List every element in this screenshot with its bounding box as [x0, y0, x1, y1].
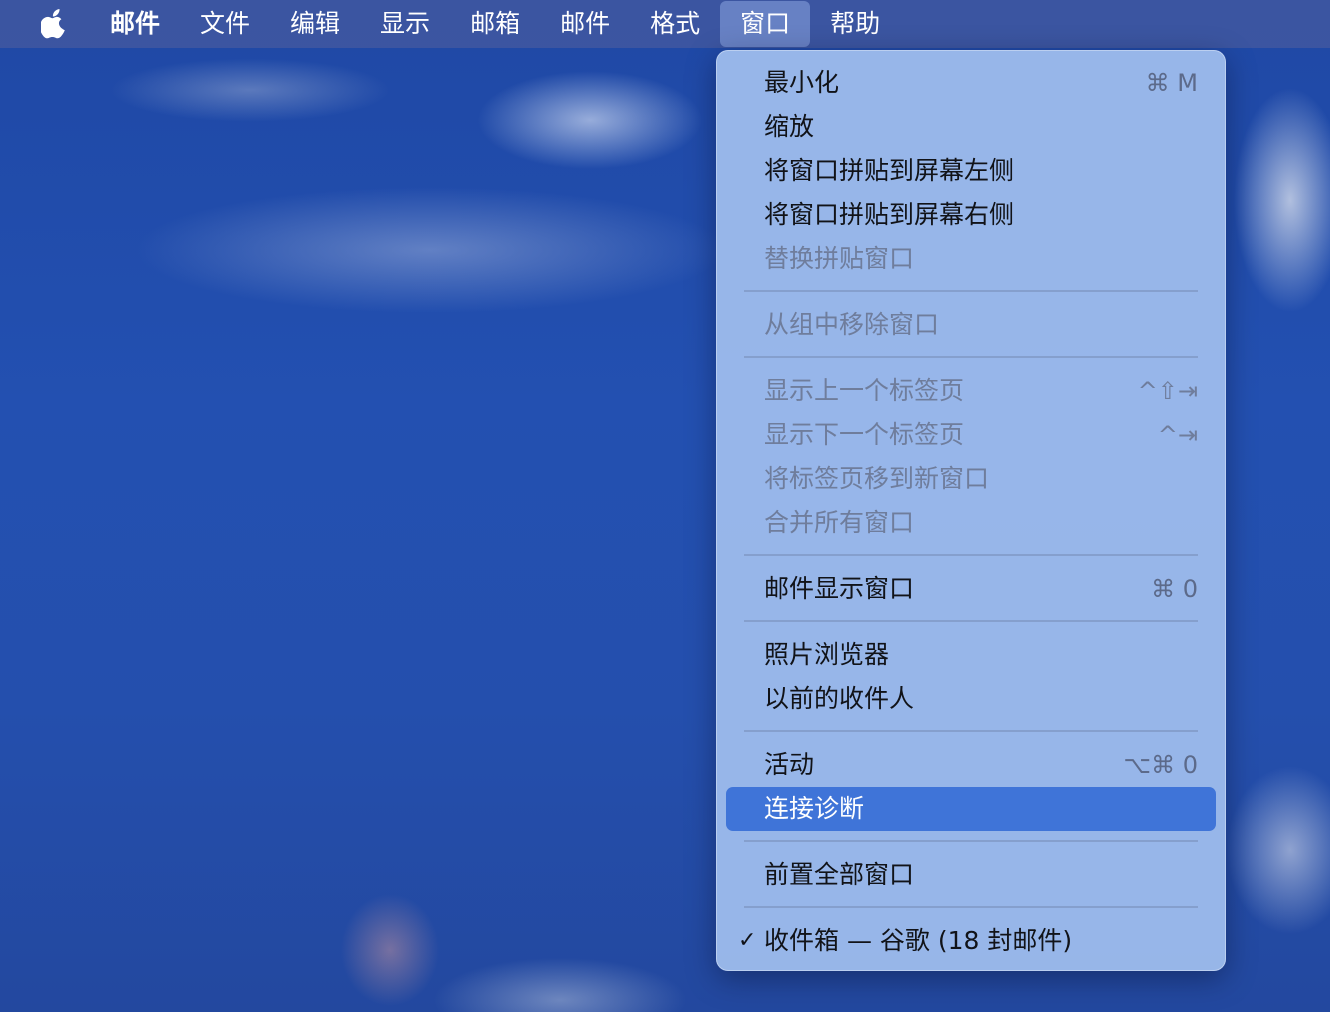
menubar-window[interactable]: 窗口	[720, 1, 811, 47]
menu-separator	[744, 730, 1198, 732]
menu-item-minimize[interactable]: 最小化 ⌘ M	[726, 61, 1216, 105]
menu-item-label: 显示上一个标签页	[764, 376, 965, 405]
menu-item-label: 以前的收件人	[764, 684, 915, 713]
apple-logo-icon[interactable]	[40, 8, 68, 40]
menu-item-previous-recipients[interactable]: 以前的收件人	[726, 677, 1216, 721]
menu-bar: 邮件 文件 编辑 显示 邮箱 邮件 格式 窗口 帮助	[0, 0, 1330, 48]
menu-separator	[744, 356, 1198, 358]
menu-item-zoom[interactable]: 缩放	[726, 105, 1216, 149]
menu-item-label: 收件箱 — 谷歌 (18 封邮件)	[764, 926, 1073, 955]
menu-item-label: 替换拼贴窗口	[764, 244, 915, 273]
shortcut-label: ⌥⌘ 0	[1123, 751, 1198, 779]
menubar-view[interactable]: 显示	[360, 0, 450, 48]
menu-item-remove-from-group: 从组中移除窗口	[726, 303, 1216, 347]
menu-separator	[744, 290, 1198, 292]
shortcut-label: ^⇧⇥	[1137, 377, 1198, 405]
menu-separator	[744, 840, 1198, 842]
menubar-mailbox[interactable]: 邮箱	[450, 0, 540, 48]
menu-item-label: 合并所有窗口	[764, 508, 915, 537]
menu-item-bring-all-to-front[interactable]: 前置全部窗口	[726, 853, 1216, 897]
menu-item-label: 连接诊断	[764, 794, 865, 823]
menubar-message[interactable]: 邮件	[540, 0, 630, 48]
menubar-edit[interactable]: 编辑	[270, 0, 360, 48]
checkmark-icon: ✓	[738, 928, 757, 953]
menu-item-inbox-google[interactable]: ✓ 收件箱 — 谷歌 (18 封邮件)	[726, 919, 1216, 963]
menu-item-label: 从组中移除窗口	[764, 310, 940, 339]
menu-item-label: 将窗口拼贴到屏幕左侧	[764, 156, 1015, 185]
menu-item-replace-tiled: 替换拼贴窗口	[726, 237, 1216, 281]
shortcut-label: ⌘ 0	[1151, 575, 1198, 603]
menu-separator	[744, 620, 1198, 622]
menubar-help[interactable]: 帮助	[810, 0, 900, 48]
menu-item-label: 显示下一个标签页	[764, 420, 965, 449]
menu-item-tile-right[interactable]: 将窗口拼贴到屏幕右侧	[726, 193, 1216, 237]
menu-item-label: 将窗口拼贴到屏幕右侧	[764, 200, 1015, 229]
menu-item-label: 最小化	[764, 68, 840, 97]
menu-item-tile-left[interactable]: 将窗口拼贴到屏幕左侧	[726, 149, 1216, 193]
menu-item-activity[interactable]: 活动 ⌥⌘ 0	[726, 743, 1216, 787]
menu-item-merge-all-windows: 合并所有窗口	[726, 501, 1216, 545]
menu-separator	[744, 554, 1198, 556]
shortcut-label: ^⇥	[1157, 421, 1198, 449]
menu-item-label: 照片浏览器	[764, 640, 890, 669]
menu-item-label: 缩放	[764, 112, 815, 141]
menu-item-label: 将标签页移到新窗口	[764, 464, 990, 493]
menubar-format[interactable]: 格式	[630, 0, 720, 48]
menubar-file[interactable]: 文件	[180, 0, 270, 48]
menu-separator	[744, 906, 1198, 908]
menu-item-label: 活动	[764, 750, 815, 779]
menu-item-next-tab: 显示下一个标签页 ^⇥	[726, 413, 1216, 457]
menu-item-previous-tab: 显示上一个标签页 ^⇧⇥	[726, 369, 1216, 413]
window-menu-dropdown: 最小化 ⌘ M 缩放 将窗口拼贴到屏幕左侧 将窗口拼贴到屏幕右侧 替换拼贴窗口 …	[716, 50, 1226, 971]
menu-item-label: 邮件显示窗口	[764, 574, 915, 603]
menu-item-message-viewer[interactable]: 邮件显示窗口 ⌘ 0	[726, 567, 1216, 611]
menu-item-connection-doctor[interactable]: 连接诊断	[726, 787, 1216, 831]
menu-item-photo-browser[interactable]: 照片浏览器	[726, 633, 1216, 677]
menubar-mail[interactable]: 邮件	[90, 0, 180, 48]
menu-item-move-tab-to-new-window: 将标签页移到新窗口	[726, 457, 1216, 501]
menu-item-label: 前置全部窗口	[764, 860, 915, 889]
shortcut-label: ⌘ M	[1145, 69, 1198, 97]
